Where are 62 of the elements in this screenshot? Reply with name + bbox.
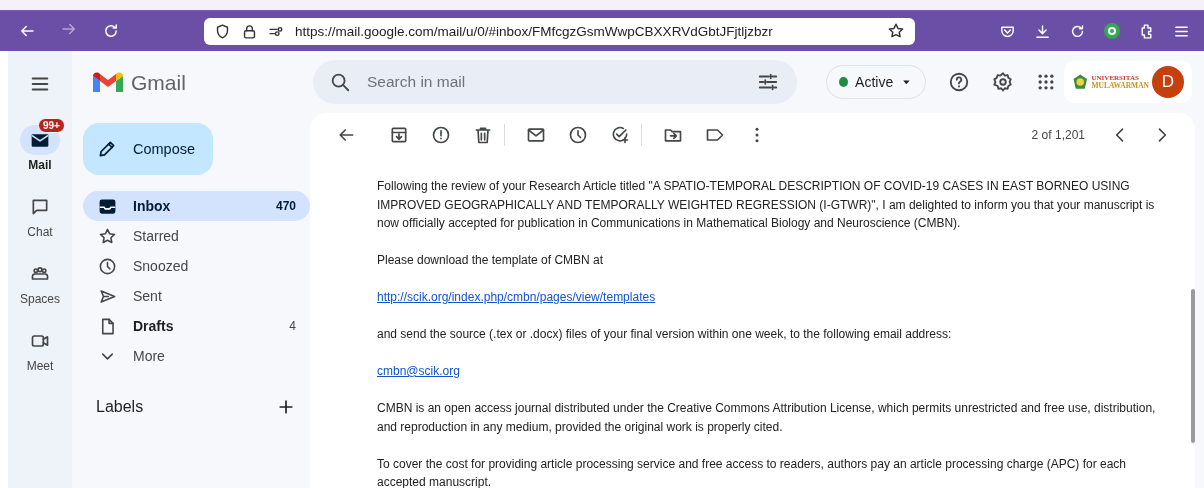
lock-icon xyxy=(241,22,258,40)
search-options-icon[interactable] xyxy=(757,71,779,93)
snooze-icon[interactable] xyxy=(568,125,588,145)
folder-label: Inbox xyxy=(133,198,172,214)
folder-label: Drafts xyxy=(133,318,175,334)
mark-unread-icon[interactable] xyxy=(526,125,546,145)
report-spam-icon[interactable] xyxy=(431,125,451,145)
archive-icon[interactable] xyxy=(389,125,409,145)
folder-item[interactable]: Starred xyxy=(83,221,310,251)
gmail-wordmark: Gmail xyxy=(131,71,186,95)
shield-icon xyxy=(214,22,231,40)
link[interactable]: cmbn@scik.org xyxy=(377,364,460,378)
address-bar[interactable]: https://mail.google.com/mail/u/0/#inbox/FMfcgzGsmWwpCBXXRVdGbtJFjtljzbzr xyxy=(204,17,915,45)
rail-item[interactable]: Spaces xyxy=(12,251,68,306)
folder-label: Sent xyxy=(133,288,163,304)
message-paragraph: CMBN is an open access journal distributed under the Creative Commons Attribution License, which permits unrestricted and free use, distribution, and reproduction in any medium, provided the original work is properly cited. xyxy=(377,400,1157,436)
rail-item[interactable]: Meet xyxy=(12,318,68,373)
folder-label: More xyxy=(133,348,166,364)
folder-item[interactable]: Drafts 4 xyxy=(83,311,310,341)
link[interactable]: http://scik.org/index.php/cmbn/pages/view/templates xyxy=(377,290,656,304)
labels-heading: Labels xyxy=(96,398,144,416)
message-paragraph: and send the source (.tex or .docx) files of your final version within one week, to the following email address: xyxy=(377,326,953,343)
avatar[interactable]: D xyxy=(1152,66,1184,98)
message-position: 2 of 1,201 xyxy=(1031,128,1085,142)
folder-item[interactable]: Snoozed xyxy=(83,251,310,281)
rail-item[interactable]: Chat xyxy=(12,184,68,239)
message-paragraph: Please download the template of CMBN at xyxy=(377,252,605,269)
rail-item[interactable]: 99+ Mail xyxy=(12,117,68,172)
delete-icon[interactable] xyxy=(473,125,493,145)
rail-label: Mail xyxy=(28,158,52,172)
add-task-icon[interactable] xyxy=(610,125,630,145)
chat-icon xyxy=(30,197,50,217)
folder-label: Starred xyxy=(133,228,180,244)
folder-count: 470 xyxy=(275,199,296,213)
gmail-logo-icon xyxy=(93,72,123,94)
folder-item[interactable]: Sent xyxy=(83,281,310,311)
bookmark-star-icon[interactable] xyxy=(887,22,905,40)
help-icon[interactable] xyxy=(948,71,970,93)
folder-item[interactable]: More xyxy=(83,341,310,371)
folder-label: Snoozed xyxy=(133,258,190,274)
apps-icon[interactable] xyxy=(1036,72,1056,92)
unread-badge: 99+ xyxy=(38,118,65,133)
status-button[interactable]: Active xyxy=(826,65,926,99)
rail-label: Chat xyxy=(27,225,53,239)
rail-label: Meet xyxy=(26,359,54,373)
pencil-icon xyxy=(97,139,117,159)
reload-icon[interactable] xyxy=(102,22,120,40)
search-icon[interactable] xyxy=(329,71,351,93)
clock-icon xyxy=(98,256,117,276)
message-paragraph: Following the review of your Research Article titled "A SPATIO-TEMPORAL DESCRIPTION OF COVID-19 CASES IN EAST BORNEO USING IMPROVED GEOGRAPHICALLY AND TEMPORALLY WEIGHTED REGRESSION (I-GTWR)", I am delighted to inform you that your manuscript is now officially accepted for publication in Communications in Mathematical Biology and Neuroscience (CMBN). xyxy=(377,178,1156,232)
compose-button[interactable]: Compose xyxy=(83,123,213,175)
star-icon xyxy=(98,226,117,246)
settings-icon[interactable] xyxy=(992,71,1014,93)
inbox-icon xyxy=(98,196,117,216)
message-paragraph: To cover the cost for providing article processing service and free access to readers, authors pay an article processing charge (APC) for each accepted manuscript. xyxy=(377,455,1128,488)
search-field[interactable]: Search in mail xyxy=(365,72,743,92)
download-icon[interactable] xyxy=(1034,22,1051,40)
folder-count: 4 xyxy=(289,319,296,333)
folder-item[interactable]: Inbox 470 xyxy=(83,191,310,221)
search-bar[interactable]: Search in mail xyxy=(313,60,797,104)
rail-label: Spaces xyxy=(20,292,60,306)
url-text: https://mail.google.com/mail/u/0/#inbox/FMfcgzGsmWwpCBXXRVdGbtJFjtljzbzr xyxy=(295,23,774,39)
